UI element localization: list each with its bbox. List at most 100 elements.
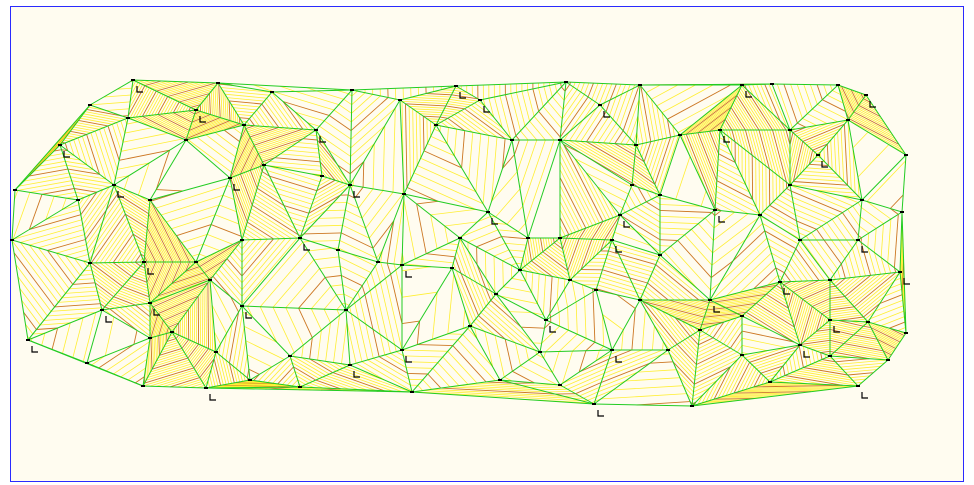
survey-point-mark: [320, 175, 324, 177]
survey-point-mark: [454, 85, 458, 87]
survey-point-mark: [194, 109, 198, 111]
survey-point-mark: [634, 144, 638, 146]
survey-point-mark: [658, 254, 662, 256]
contour-line: [201, 290, 203, 346]
contour-line: [426, 118, 428, 144]
survey-point-mark: [410, 391, 414, 393]
survey-point-mark: [610, 349, 614, 351]
survey-point-mark: [240, 305, 244, 307]
survey-point-mark: [798, 344, 802, 346]
contour-line: [758, 160, 760, 215]
survey-point-mark: [698, 329, 702, 331]
survey-point-mark: [468, 325, 472, 327]
survey-point-mark: [758, 214, 762, 216]
survey-point-mark: [768, 381, 772, 383]
survey-point-mark: [904, 154, 908, 156]
survey-point-mark: [678, 134, 682, 136]
survey-point-mark: [314, 129, 318, 131]
survey-point-mark: [58, 144, 62, 146]
survey-point-mark: [770, 83, 774, 85]
survey-point-mark: [262, 164, 266, 166]
survey-point-mark: [344, 309, 348, 311]
survey-point-mark: [194, 261, 198, 263]
survey-point-mark: [690, 405, 694, 407]
survey-point-mark: [713, 209, 717, 211]
index-contour-line: [407, 372, 428, 375]
survey-point-mark: [216, 82, 220, 84]
survey-point-mark: [886, 359, 890, 361]
survey-point-mark: [860, 199, 864, 201]
survey-point-mark: [240, 239, 244, 241]
survey-point-mark: [740, 315, 744, 317]
survey-point-mark: [718, 129, 722, 131]
survey-point-mark: [788, 129, 792, 131]
survey-point-mark: [298, 386, 302, 388]
survey-point-mark: [666, 349, 670, 351]
survey-point-mark: [544, 319, 548, 321]
survey-point-mark: [708, 299, 712, 301]
survey-point-mark: [900, 211, 904, 213]
survey-point-mark: [638, 84, 642, 86]
survey-point-mark: [598, 104, 602, 106]
survey-point-mark: [214, 351, 218, 353]
survey-point-mark: [148, 199, 152, 201]
survey-point-mark: [610, 239, 614, 241]
survey-point-mark: [798, 239, 802, 241]
survey-point-mark: [898, 271, 902, 273]
contour-line: [234, 110, 237, 123]
survey-point-mark: [170, 331, 174, 333]
survey-point-mark: [864, 94, 868, 96]
survey-point-mark: [564, 81, 568, 83]
survey-point-mark: [856, 385, 860, 387]
survey-point-mark: [778, 281, 782, 283]
survey-point-mark: [740, 84, 744, 86]
survey-point-mark: [350, 89, 354, 91]
contour-line: [659, 245, 671, 247]
contour-line: [439, 125, 441, 132]
survey-point-mark: [434, 124, 438, 126]
survey-point-mark: [498, 379, 502, 381]
survey-point-mark: [148, 302, 152, 304]
survey-point-mark: [828, 355, 832, 357]
survey-point-mark: [298, 237, 302, 239]
survey-point-mark: [248, 379, 252, 381]
survey-point-mark: [398, 99, 402, 101]
survey-point-mark: [510, 139, 514, 141]
survey-point-mark: [816, 154, 820, 156]
survey-point-mark: [402, 193, 406, 195]
index-contour-line: [207, 282, 209, 349]
survey-point-mark: [518, 269, 522, 271]
survey-point-mark: [126, 117, 130, 119]
survey-point-mark: [538, 351, 542, 353]
survey-point-mark: [288, 355, 292, 357]
survey-point-mark: [141, 385, 145, 387]
survey-point-mark: [478, 99, 482, 101]
survey-point-mark: [828, 279, 832, 281]
survey-point-mark: [76, 199, 80, 201]
survey-point-mark: [112, 184, 116, 186]
survey-point-mark: [10, 239, 14, 241]
survey-point-mark: [336, 249, 340, 251]
survey-point-mark: [400, 264, 404, 266]
survey-point-mark: [204, 387, 208, 389]
survey-point-mark: [486, 211, 490, 213]
survey-point-mark: [618, 214, 622, 216]
survey-point-mark: [85, 362, 89, 364]
tin-contour-drawing[interactable]: [0, 0, 974, 485]
survey-point-mark: [184, 139, 188, 141]
survey-point-mark: [630, 184, 634, 186]
survey-point-mark: [526, 237, 530, 239]
survey-point-mark: [594, 289, 598, 291]
survey-point-mark: [142, 261, 146, 263]
survey-point-mark: [740, 354, 744, 356]
survey-point-mark: [856, 239, 860, 241]
survey-point-mark: [558, 384, 562, 386]
map-viewport[interactable]: [0, 0, 974, 485]
survey-point-mark: [658, 194, 662, 196]
survey-point-mark: [592, 403, 596, 405]
survey-point-mark: [208, 279, 212, 281]
survey-point-mark: [13, 189, 17, 191]
survey-point-mark: [558, 237, 562, 239]
survey-point-mark: [458, 237, 462, 239]
survey-point-mark: [866, 321, 870, 323]
